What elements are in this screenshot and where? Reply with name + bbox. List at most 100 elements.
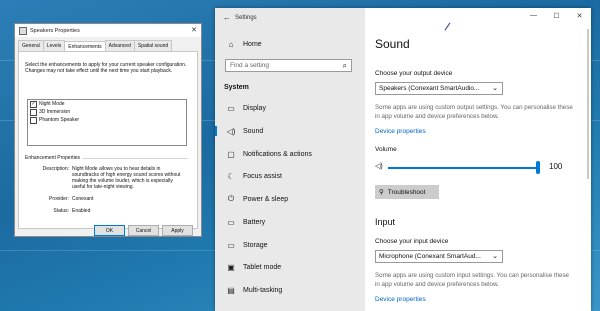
sidebar-item-multitasking[interactable]: ▤ Multi-tasking (215, 283, 365, 297)
status-key: Status: (53, 208, 69, 214)
volume-slider-thumb[interactable] (536, 161, 540, 174)
close-icon[interactable]: ✕ (568, 8, 591, 20)
cancel-button[interactable]: Cancel (128, 225, 159, 236)
pen-cursor-icon (444, 22, 451, 31)
close-icon[interactable]: ✕ (191, 26, 197, 34)
sidebar-item-focus-assist[interactable]: ☾ Focus assist (215, 169, 365, 183)
input-device-properties-link[interactable]: Device properties (375, 296, 426, 303)
output-device-value: Speakers (Conexant SmartAudio... (379, 85, 480, 92)
description-row: Description: Night Mode allows you to he… (25, 166, 182, 190)
provider-key: Provider: (48, 196, 69, 202)
checkbox-3d-immersion[interactable] (30, 108, 37, 116)
provider-row: Provider: Conexant (25, 196, 182, 202)
category-heading: System (224, 84, 249, 91)
volume-value: 100 (549, 162, 563, 171)
sidebar-item-storage[interactable]: ▭ Storage (215, 238, 365, 252)
display-icon: ▭ (227, 103, 235, 113)
ok-button[interactable]: OK (94, 225, 125, 236)
sidebar-item-label: Notifications & actions (243, 150, 312, 158)
enhancement-label: Phantom Speaker (39, 117, 80, 123)
enhancements-list: ✓ Night Mode 3D Immersion Phantom Speake… (27, 99, 187, 146)
group-title: Enhancement Properties (25, 155, 83, 161)
description-value: Night Mode allows you to hear details in… (72, 166, 181, 190)
multitasking-icon: ▤ (227, 285, 235, 295)
back-arrow-icon[interactable]: ← (223, 13, 235, 22)
speaker-icon (19, 26, 27, 35)
sidebar-item-battery[interactable]: ▭ Battery (215, 215, 365, 229)
sidebar-item-tablet-mode[interactable]: ▣ Tablet mode (215, 260, 365, 274)
sound-page: — ☐ ✕ Sound Choose your output device Sp… (365, 8, 591, 311)
minimize-icon[interactable]: — (522, 8, 545, 20)
input-note: Some apps are using custom input setting… (375, 272, 569, 288)
list-item[interactable]: Phantom Speaker (28, 116, 186, 124)
power-icon: ⏻ (227, 194, 235, 203)
status-row: Status: Enabled (25, 208, 182, 214)
sidebar-item-power-sleep[interactable]: ⏻ Power & sleep (215, 192, 365, 206)
enhancement-label: Night Mode (39, 101, 65, 107)
speakers-properties-dialog: Speakers Properties ✕ General Levels Enh… (14, 23, 202, 237)
chevron-down-icon: ⌄ (492, 253, 498, 260)
dialog-titlebar[interactable]: Speakers Properties ✕ (15, 24, 201, 37)
troubleshoot-button[interactable]: ⚲ Troubleshoot (375, 185, 439, 199)
description-key: Description: (42, 166, 69, 172)
list-item[interactable]: ✓ Night Mode (28, 100, 186, 108)
settings-sidebar: ← Settings ⌂ Home Find a setting ⌕ Syste… (215, 8, 365, 311)
scrollbar[interactable] (587, 29, 589, 179)
sidebar-item-sound[interactable]: ◁) Sound (215, 124, 365, 138)
checkbox-phantom-speaker[interactable] (30, 116, 37, 124)
volume-speaker-icon[interactable]: ◁) (375, 162, 383, 170)
sidebar-item-notifications[interactable]: ▢ Notifications & actions (215, 147, 365, 161)
search-input[interactable]: Find a setting ⌕ (225, 59, 352, 72)
moon-icon: ☾ (227, 171, 235, 181)
tab-levels[interactable]: Levels (42, 40, 66, 51)
list-item[interactable]: 3D Immersion (28, 108, 186, 116)
speaker-icon: ◁) (226, 126, 236, 136)
storage-icon: ▭ (227, 240, 235, 250)
tab-spatial-sound[interactable]: Spatial sound (133, 40, 173, 51)
tablet-icon: ▣ (227, 262, 235, 272)
search-icon[interactable]: ⌕ (343, 61, 347, 71)
dialog-title: Speakers Properties (30, 27, 80, 34)
chevron-down-icon: ⌄ (492, 85, 498, 92)
sidebar-item-display[interactable]: ▭ Display (215, 101, 365, 115)
home-label: Home (243, 40, 262, 48)
search-placeholder: Find a setting (230, 62, 270, 69)
dialog-tabs: General Levels Enhancements Advanced Spa… (15, 37, 201, 52)
sidebar-item-label: Multi-tasking (243, 286, 283, 294)
apply-button[interactable]: Apply (162, 225, 193, 236)
home-icon: ⌂ (228, 39, 234, 49)
volume-label: Volume (375, 146, 397, 153)
wrench-icon: ⚲ (379, 189, 384, 196)
sidebar-item-label: Sound (243, 127, 264, 135)
sidebar-item-label: Focus assist (243, 172, 282, 180)
sidebar-item-label: Tablet mode (243, 263, 282, 271)
maximize-icon[interactable]: ☐ (545, 8, 568, 20)
settings-window: ← Settings ⌂ Home Find a setting ⌕ Syste… (215, 8, 591, 311)
settings-titlebar[interactable]: ← Settings (215, 8, 365, 27)
output-device-label: Choose your output device (375, 70, 453, 77)
enhancement-label: 3D Immersion (39, 109, 71, 115)
settings-title: Settings (235, 14, 257, 21)
sidebar-item-label: Power & sleep (243, 195, 289, 203)
enhancement-properties-group: Enhancement Properties Description: Nigh… (25, 155, 188, 234)
sidebar-item-label: Storage (243, 241, 268, 249)
output-note: Some apps are using custom output settin… (375, 104, 573, 120)
sidebar-item-label: Display (243, 104, 266, 112)
checkbox-night-mode[interactable]: ✓ (30, 100, 37, 108)
device-properties-link[interactable]: Device properties (375, 128, 426, 135)
output-device-dropdown[interactable]: Speakers (Conexant SmartAudio... ⌄ (375, 82, 503, 95)
input-device-value: Microphone (Conexant SmartAud... (379, 253, 481, 260)
input-heading: Input (375, 217, 396, 227)
notifications-icon: ▢ (227, 149, 235, 159)
status-value: Enabled (72, 208, 91, 214)
home-nav-item[interactable]: ⌂ Home (215, 37, 262, 51)
tab-advanced[interactable]: Advanced (104, 40, 135, 51)
enhancements-panel: Select the enhancements to apply for you… (18, 51, 198, 229)
input-device-dropdown[interactable]: Microphone (Conexant SmartAud... ⌄ (375, 250, 503, 263)
volume-slider-track[interactable] (388, 167, 538, 169)
tab-general[interactable]: General (18, 40, 44, 51)
page-title: Sound (375, 37, 410, 51)
provider-value: Conexant (72, 196, 94, 202)
dialog-buttons: OK Cancel Apply (94, 225, 196, 236)
troubleshoot-label: Troubleshoot (387, 188, 426, 196)
